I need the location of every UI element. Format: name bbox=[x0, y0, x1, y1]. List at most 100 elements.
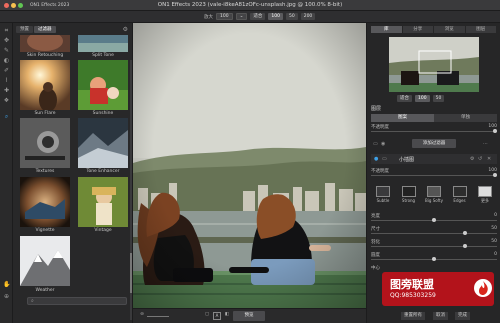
crop-icon[interactable]: ⌗ bbox=[3, 27, 10, 34]
slider-knob[interactable] bbox=[493, 129, 497, 133]
preset-big-softy[interactable]: Big Softy bbox=[424, 186, 444, 204]
slider-knob[interactable] bbox=[432, 218, 436, 222]
navigator-preview[interactable] bbox=[389, 37, 479, 92]
slider-track bbox=[371, 175, 497, 176]
nav-100-button[interactable]: 100 bbox=[415, 95, 430, 102]
layer-mode-segment: 图案 单独 bbox=[371, 114, 497, 122]
filter-thumb-vintage[interactable] bbox=[78, 177, 128, 227]
zoom-value-field[interactable]: 100 bbox=[216, 13, 233, 20]
size-slider[interactable]: 尺寸 50 bbox=[371, 226, 497, 235]
nav-fit-button[interactable]: 适合 bbox=[397, 95, 412, 102]
slider-label: 亮度 bbox=[371, 214, 380, 219]
preset-edges[interactable]: Edges bbox=[450, 186, 470, 204]
tab-layers[interactable]: 图层 bbox=[465, 26, 497, 33]
retouch-icon[interactable]: ✚ bbox=[3, 87, 10, 94]
zoom-out-icon[interactable]: ⊖ bbox=[138, 312, 146, 320]
filter-thumb-sun-flare[interactable] bbox=[20, 60, 70, 110]
slider-value: 50 bbox=[491, 226, 497, 231]
watermark-logo bbox=[474, 279, 492, 297]
preset-strong-icon bbox=[401, 186, 416, 197]
preview-button[interactable]: 预览 bbox=[233, 311, 265, 321]
slider-knob[interactable] bbox=[463, 244, 467, 248]
zoom-tool-icon[interactable]: ⊕ bbox=[3, 293, 10, 300]
filter-power-icon[interactable]: ● bbox=[374, 156, 378, 162]
slider-label: 不透明度 bbox=[371, 169, 389, 174]
brush-icon[interactable]: ✎ bbox=[3, 47, 10, 54]
browser-scrollbar-thumb[interactable] bbox=[130, 253, 132, 293]
masking-bug-icon[interactable]: ◐ bbox=[3, 57, 10, 64]
roundness-slider[interactable]: 圆度 0 bbox=[371, 252, 497, 261]
filter-thumb-split-tone[interactable] bbox=[78, 35, 128, 52]
filter-thumb-textures[interactable] bbox=[20, 118, 70, 168]
watermark-line1: 图旁联盟 bbox=[390, 278, 434, 291]
photo-canvas[interactable] bbox=[133, 23, 366, 308]
slider-knob[interactable] bbox=[432, 257, 436, 261]
filter-reset-icon[interactable]: ↺ bbox=[478, 156, 482, 162]
chisel-icon[interactable]: ⌇ bbox=[3, 77, 10, 84]
filter-header[interactable]: ● ▭ 小插图 ⚙ ↺ ✕ bbox=[371, 154, 497, 164]
preset-more[interactable]: 更多 bbox=[475, 186, 495, 204]
filter-thumb-tone-enhancer[interactable] bbox=[78, 118, 128, 168]
title-bar: ON1 Effects 2023 ON1 Effects 2023 (vale-… bbox=[0, 0, 500, 11]
top-toolbar: 放大 100 ⌄ 适合 100 50 200 bbox=[0, 11, 500, 23]
tab-filters[interactable]: 过滤器 bbox=[34, 26, 56, 33]
filter-opacity-slider[interactable]: 不透明度 100 bbox=[371, 168, 497, 177]
add-filter-button[interactable]: 添加过滤器 bbox=[412, 139, 456, 148]
filter-settings-icon[interactable]: ⚙ bbox=[470, 156, 474, 162]
gear-icon[interactable]: ⚙ bbox=[123, 26, 128, 33]
preset-subtle[interactable]: Subtle bbox=[373, 186, 393, 204]
tool-strip: ⌗ ✥ ✎ ◐ ✐ ⌇ ✚ ❖ ⌕ ✋ ⊕ bbox=[0, 23, 13, 323]
filter-label: Textures bbox=[35, 169, 55, 174]
zoom-50-button[interactable]: 50 bbox=[285, 13, 298, 20]
zoom-200-button[interactable]: 200 bbox=[300, 13, 316, 20]
layer-options-icon[interactable]: ⋯ bbox=[483, 141, 488, 147]
layer-mode-single[interactable]: 单独 bbox=[434, 114, 497, 122]
layer-visibility-icon[interactable]: ◉ bbox=[381, 141, 385, 147]
slider-knob[interactable] bbox=[463, 231, 467, 235]
tab-presets[interactable]: 预置 bbox=[16, 26, 33, 33]
view-icon[interactable]: ⌕ bbox=[3, 113, 10, 120]
filter-search-input[interactable]: ⌕ bbox=[27, 297, 127, 305]
layer-mode-pattern[interactable]: 图案 bbox=[371, 114, 434, 122]
hand-icon[interactable]: ✋ bbox=[3, 281, 10, 288]
tab-share[interactable]: 分享 bbox=[402, 26, 434, 33]
vignette-presets: Subtle Strong Big Softy Edges 更多 bbox=[373, 186, 495, 204]
refine-brush-icon[interactable]: ✐ bbox=[3, 67, 10, 74]
slider-label: 尺寸 bbox=[371, 227, 380, 232]
slider-value: 50 bbox=[491, 239, 497, 244]
transform-icon[interactable]: ✥ bbox=[3, 37, 10, 44]
module-tabs: 库 分享 浏览 图层 bbox=[371, 26, 497, 33]
preset-strong[interactable]: Strong bbox=[399, 186, 419, 204]
filter-thumb-weather[interactable] bbox=[20, 236, 70, 286]
feather-slider[interactable]: 羽化 50 bbox=[371, 239, 497, 248]
slider-value: 0 bbox=[494, 252, 497, 257]
window-title: ON1 Effects 2023 (vale-i8keA81zOFc-unspl… bbox=[157, 2, 343, 8]
filter-thumb-sunshine[interactable] bbox=[78, 60, 128, 110]
mask-view-icon[interactable]: ◧ bbox=[223, 312, 231, 320]
nav-50-button[interactable]: 50 bbox=[432, 95, 445, 102]
slider-label: 不透明度 bbox=[371, 125, 389, 130]
filter-mask-icon[interactable]: ▭ bbox=[382, 156, 387, 162]
filter-thumb-skin-retouching[interactable] bbox=[20, 35, 70, 52]
layer-opacity-slider[interactable]: 不透明度 100 bbox=[371, 124, 497, 133]
slider-knob[interactable] bbox=[493, 173, 497, 177]
brightness-slider[interactable]: 亮度 0 bbox=[371, 213, 497, 222]
tab-library[interactable]: 库 bbox=[371, 26, 403, 33]
zoom-fit-button[interactable]: 适合 bbox=[250, 13, 266, 20]
compare-icon[interactable]: A bbox=[213, 312, 221, 320]
zoom-100-button[interactable]: 100 bbox=[268, 13, 283, 20]
filter-label: Vintage bbox=[94, 228, 112, 233]
mask-icon[interactable]: ▭ bbox=[373, 141, 378, 147]
preset-label: Subtle bbox=[376, 198, 390, 203]
clone-icon[interactable]: ❖ bbox=[3, 97, 10, 104]
view-mode-icon[interactable]: ▢ bbox=[203, 312, 211, 320]
filter-label: Weather bbox=[35, 288, 55, 293]
tab-browse[interactable]: 浏览 bbox=[434, 26, 466, 33]
zoom-dropdown[interactable]: ⌄ bbox=[235, 13, 248, 20]
filter-close-icon[interactable]: ✕ bbox=[487, 156, 491, 162]
zoom-controls: 放大 100 ⌄ 适合 100 50 200 bbox=[204, 13, 316, 20]
preset-edges-icon bbox=[452, 186, 467, 197]
filter-thumb-vignette[interactable] bbox=[20, 177, 70, 227]
slider-label: 圆度 bbox=[371, 253, 380, 258]
zoom-slider[interactable] bbox=[147, 316, 169, 317]
